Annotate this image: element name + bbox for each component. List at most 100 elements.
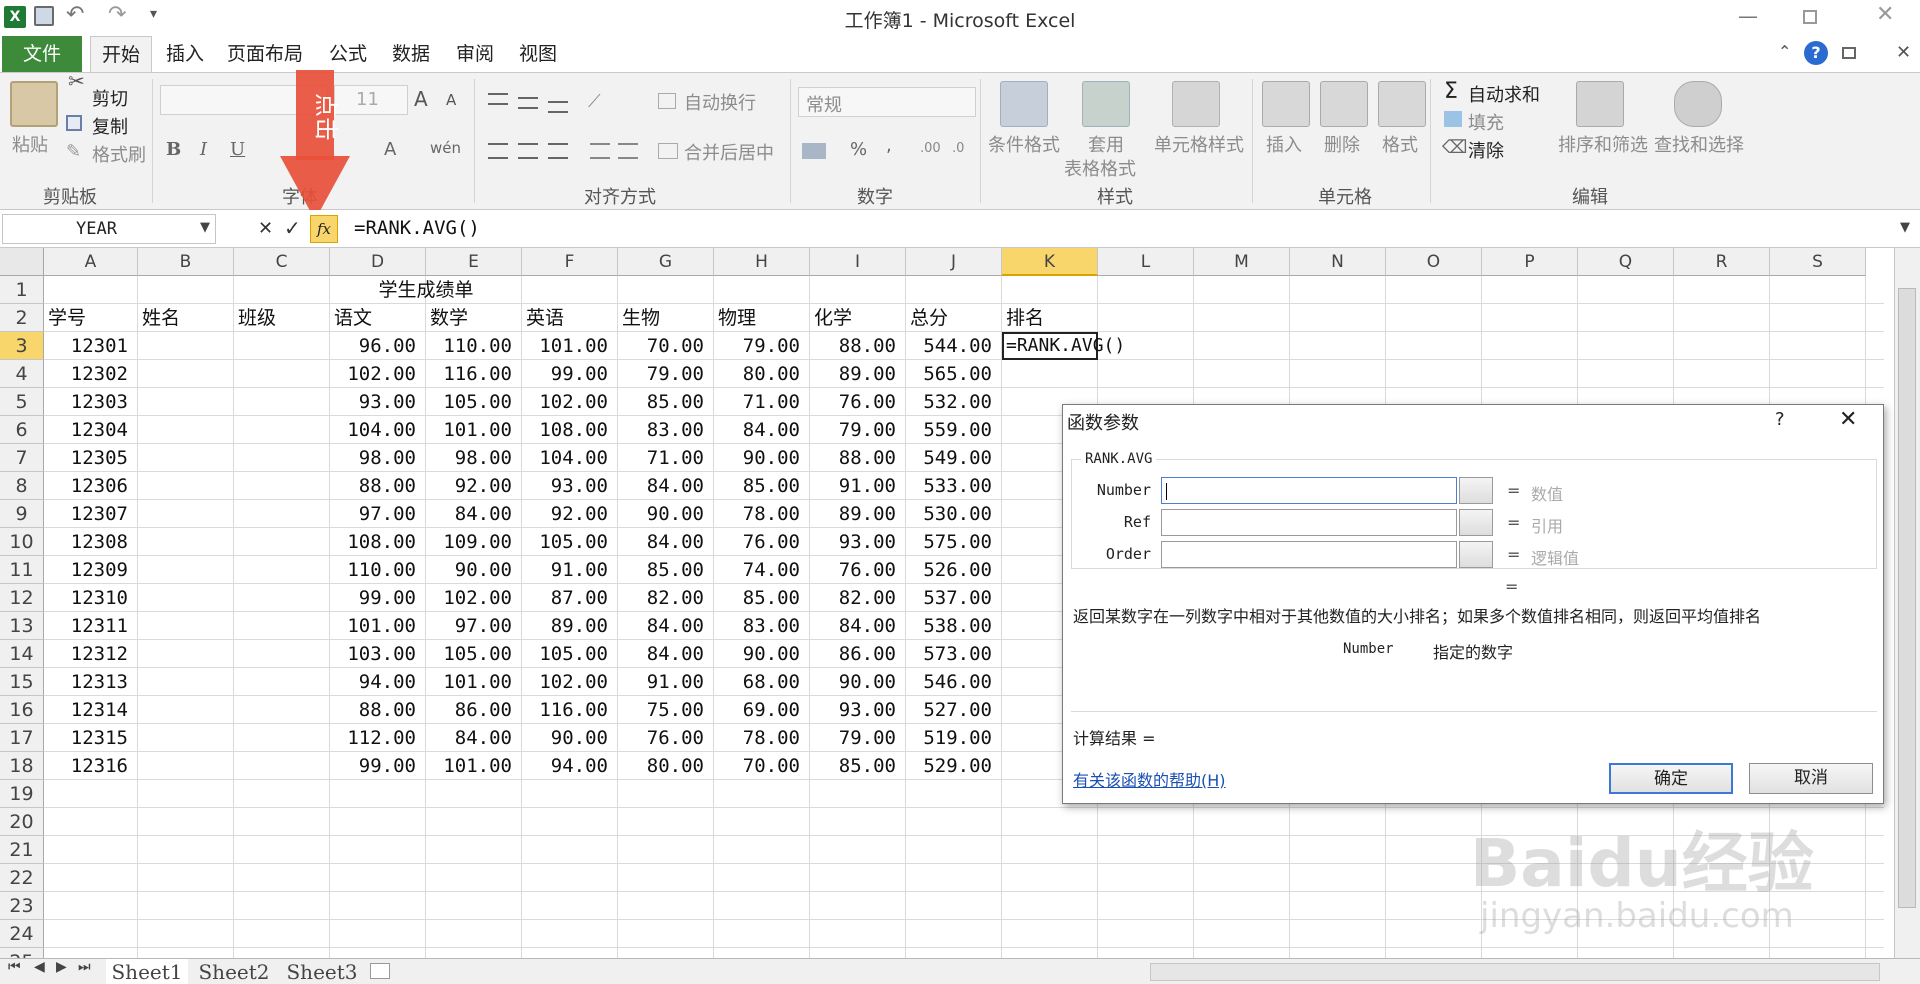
column-header[interactable]: C xyxy=(234,248,330,276)
eraser-icon[interactable]: ⌫ xyxy=(1442,137,1467,158)
header-cell[interactable]: 数学 xyxy=(426,304,522,332)
column-header[interactable]: L xyxy=(1098,248,1194,276)
dialog-help-button[interactable]: ? xyxy=(1775,409,1785,430)
row-header[interactable]: 21 xyxy=(0,836,44,864)
row-header[interactable]: 2 xyxy=(0,304,44,332)
data-cell[interactable]: 546.00 xyxy=(906,668,1002,696)
data-cell[interactable]: 103.00 xyxy=(330,640,426,668)
fill-icon[interactable] xyxy=(1444,111,1462,127)
insert-function-icon[interactable]: fx xyxy=(310,215,338,243)
increase-indent-icon[interactable] xyxy=(618,143,638,159)
restore-workbook-icon[interactable] xyxy=(1842,47,1856,59)
minimize-button[interactable]: — xyxy=(1738,4,1758,28)
data-cell[interactable]: 79.00 xyxy=(618,360,714,388)
percent-button[interactable]: % xyxy=(850,139,867,160)
column-header[interactable]: F xyxy=(522,248,618,276)
wrap-text-icon[interactable] xyxy=(658,93,676,109)
data-cell[interactable]: 537.00 xyxy=(906,584,1002,612)
data-cell[interactable]: 92.00 xyxy=(522,500,618,528)
data-cell[interactable]: 109.00 xyxy=(426,528,522,556)
data-cell[interactable]: 102.00 xyxy=(426,584,522,612)
data-cell[interactable]: 575.00 xyxy=(906,528,1002,556)
ribbon-collapse-icon[interactable]: ⌃ xyxy=(1778,42,1791,61)
data-cell[interactable]: 12303 xyxy=(44,388,138,416)
data-cell[interactable]: 70.00 xyxy=(714,752,810,780)
first-sheet-icon[interactable]: ⏮ xyxy=(8,959,21,975)
data-cell[interactable]: 84.00 xyxy=(618,612,714,640)
data-cell[interactable]: 84.00 xyxy=(618,472,714,500)
row-header[interactable]: 1 xyxy=(0,276,44,304)
data-cell[interactable]: 76.00 xyxy=(618,724,714,752)
data-cell[interactable]: 12302 xyxy=(44,360,138,388)
collapse-dialog-icon[interactable] xyxy=(1459,477,1493,504)
column-header[interactable]: M xyxy=(1194,248,1290,276)
merge-center-button[interactable]: 合并后居中 xyxy=(684,139,774,165)
bold-button[interactable]: B xyxy=(166,139,181,160)
data-cell[interactable]: 86.00 xyxy=(810,640,906,668)
row-header[interactable]: 4 xyxy=(0,360,44,388)
data-cell[interactable]: 89.00 xyxy=(810,360,906,388)
data-cell[interactable]: 90.00 xyxy=(522,724,618,752)
tab-insert[interactable]: 插入 xyxy=(160,36,210,72)
data-cell[interactable]: 84.00 xyxy=(426,500,522,528)
data-cell[interactable]: 104.00 xyxy=(330,416,426,444)
data-cell[interactable]: 84.00 xyxy=(426,724,522,752)
find-select-button[interactable]: 查找和选择 xyxy=(1654,131,1744,157)
grow-font-icon[interactable]: A xyxy=(414,87,428,111)
data-cell[interactable]: 88.00 xyxy=(330,696,426,724)
row-header[interactable]: 17 xyxy=(0,724,44,752)
expand-formula-bar-icon[interactable]: ▼ xyxy=(1900,220,1910,235)
arg-input-order[interactable] xyxy=(1161,541,1457,568)
restore-button[interactable] xyxy=(1803,10,1817,24)
increase-decimal-icon[interactable]: .00 xyxy=(920,141,941,156)
column-header[interactable]: P xyxy=(1482,248,1578,276)
copy-icon[interactable] xyxy=(66,115,82,131)
data-cell[interactable]: 116.00 xyxy=(522,696,618,724)
data-cell[interactable]: 101.00 xyxy=(426,416,522,444)
data-cell[interactable]: 98.00 xyxy=(330,444,426,472)
header-cell[interactable]: 班级 xyxy=(234,304,330,332)
font-color-button[interactable]: A xyxy=(384,139,396,160)
format-painter-icon[interactable]: ✎ xyxy=(66,141,81,162)
paste-button[interactable]: 粘贴 xyxy=(12,131,48,157)
bottom-align-icon[interactable] xyxy=(548,101,568,113)
data-cell[interactable]: 108.00 xyxy=(330,528,426,556)
format-cells-icon[interactable] xyxy=(1378,81,1426,127)
data-cell[interactable]: 83.00 xyxy=(618,416,714,444)
column-header[interactable]: J xyxy=(906,248,1002,276)
column-header[interactable]: N xyxy=(1290,248,1386,276)
data-cell[interactable]: 94.00 xyxy=(330,668,426,696)
data-cell[interactable]: 12307 xyxy=(44,500,138,528)
align-left-icon[interactable] xyxy=(488,143,508,159)
data-cell[interactable]: 74.00 xyxy=(714,556,810,584)
last-sheet-icon[interactable]: ⏭ xyxy=(78,959,91,975)
data-cell[interactable]: 533.00 xyxy=(906,472,1002,500)
data-cell[interactable]: 92.00 xyxy=(426,472,522,500)
data-cell[interactable]: 565.00 xyxy=(906,360,1002,388)
header-cell[interactable]: 生物 xyxy=(618,304,714,332)
header-cell[interactable]: 姓名 xyxy=(138,304,234,332)
data-cell[interactable]: 89.00 xyxy=(522,612,618,640)
column-header[interactable]: S xyxy=(1770,248,1866,276)
data-cell[interactable]: 84.00 xyxy=(714,416,810,444)
data-cell[interactable]: 78.00 xyxy=(714,724,810,752)
data-cell[interactable]: 83.00 xyxy=(714,612,810,640)
data-cell[interactable]: 112.00 xyxy=(330,724,426,752)
header-cell[interactable]: 语文 xyxy=(330,304,426,332)
row-header[interactable]: 3 xyxy=(0,332,44,360)
data-cell[interactable]: 101.00 xyxy=(330,612,426,640)
data-cell[interactable]: 76.00 xyxy=(810,388,906,416)
italic-button[interactable]: I xyxy=(200,139,207,160)
data-cell[interactable]: 12313 xyxy=(44,668,138,696)
active-cell[interactable]: =RANK.AVG() xyxy=(1002,332,1125,360)
help-link[interactable]: 有关该函数的帮助(H) xyxy=(1073,767,1226,791)
column-header[interactable]: R xyxy=(1674,248,1770,276)
data-cell[interactable]: 12306 xyxy=(44,472,138,500)
row-header[interactable]: 7 xyxy=(0,444,44,472)
horizontal-scrollbar[interactable] xyxy=(1150,963,1880,981)
sheet-tab-1[interactable]: Sheet1 xyxy=(106,959,188,984)
data-cell[interactable]: 530.00 xyxy=(906,500,1002,528)
data-cell[interactable]: 101.00 xyxy=(522,332,618,360)
arg-input-number[interactable] xyxy=(1161,477,1457,504)
data-cell[interactable]: 84.00 xyxy=(810,612,906,640)
